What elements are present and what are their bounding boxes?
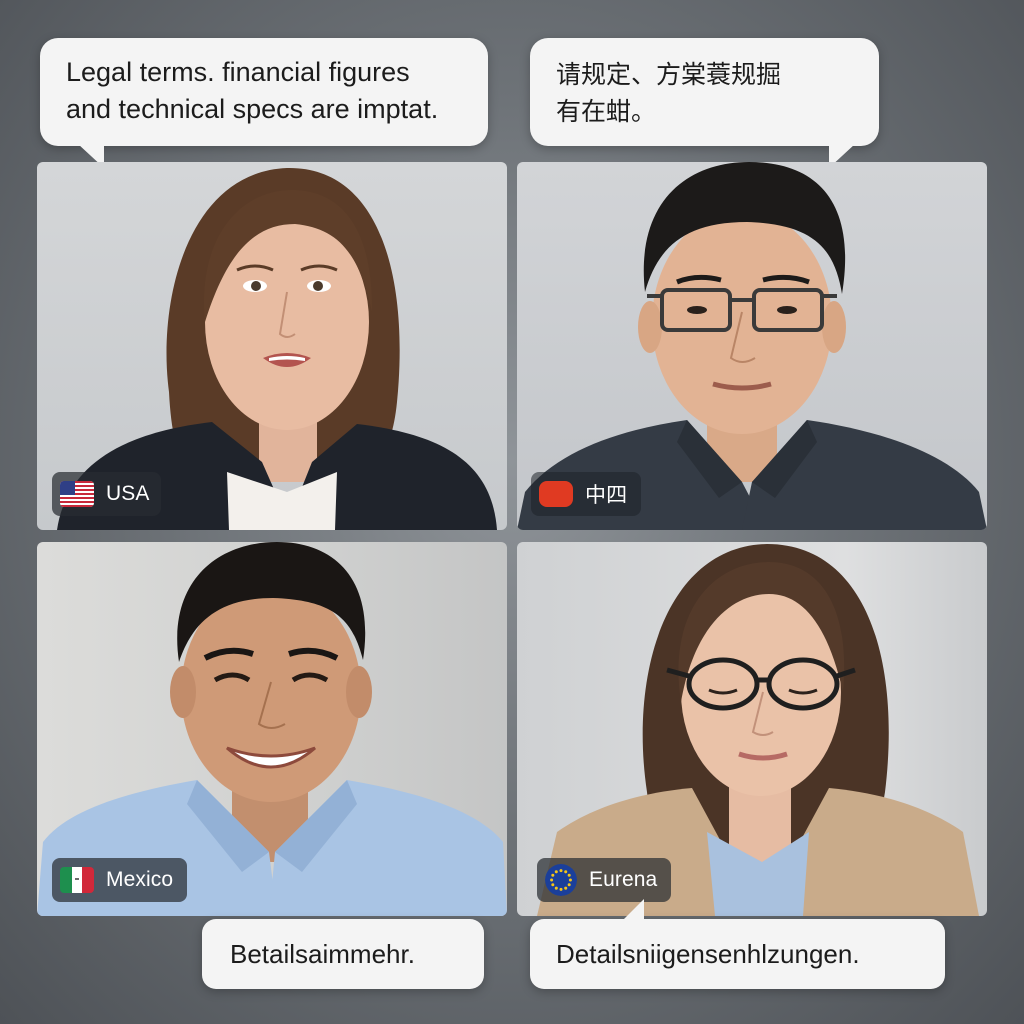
mexico-flag-icon (60, 867, 94, 893)
video-tile-europe[interactable]: Eurena (517, 542, 987, 916)
caption-mexico: Betailsaimmehr. (230, 939, 415, 969)
speech-bubble-usa: Legal terms. financial figures and techn… (40, 38, 488, 168)
bubble-tail (622, 899, 644, 921)
participant-badge-mexico: Mexico (52, 858, 188, 902)
participant-label: USA (106, 482, 150, 505)
china-flag-icon (539, 481, 573, 507)
participant-badge-usa: USA (52, 472, 162, 516)
speech-bubble-europe: Detailsniigensenhlzungen. (530, 899, 945, 989)
video-tile-usa[interactable]: USA (37, 162, 507, 530)
speech-bubble-china: 请规定、方棠蓑规掘 有在蚶。 (530, 38, 879, 168)
video-tile-china[interactable]: 中四 (517, 162, 987, 530)
participant-label: 中四 (585, 484, 628, 507)
caption-usa: Legal terms. financial figures and techn… (66, 57, 439, 124)
participant-label: Eurena (589, 868, 658, 891)
speech-bubble-mexico: Betailsaimmehr. (202, 919, 484, 989)
caption-europe: Detailsniigensenhlzungen. (556, 939, 860, 969)
caption-china: 请规定、方棠蓑规掘 有在蚶。 (556, 60, 782, 126)
participant-badge-china: 中四 (531, 472, 642, 516)
eu-flag-icon (545, 864, 577, 896)
video-tile-mexico[interactable]: Mexico (37, 542, 507, 916)
participant-label: Mexico (106, 868, 174, 891)
us-flag-icon (60, 481, 94, 507)
participant-badge-europe: Eurena (537, 858, 672, 902)
